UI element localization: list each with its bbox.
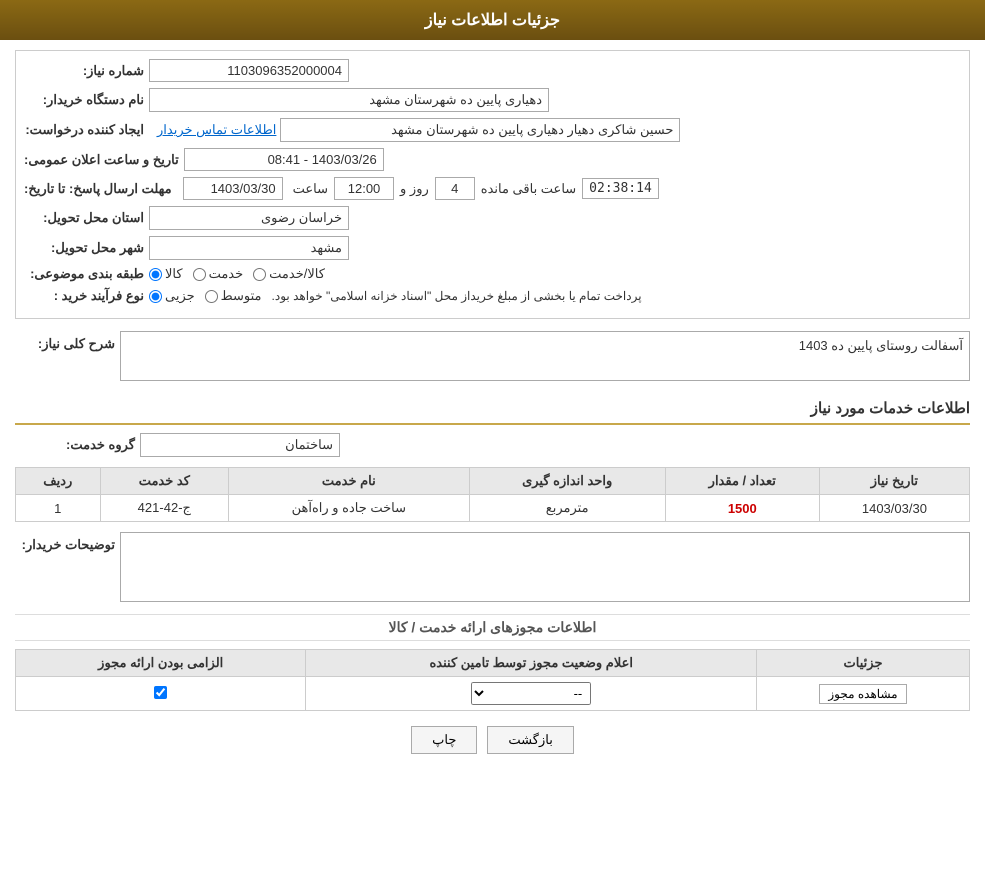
category-kala-khidmat-label: کالا/خدمت	[269, 266, 325, 282]
col-service-name: نام خدمت	[229, 468, 470, 495]
cell-service-code: ج-42-421	[100, 495, 229, 522]
purchase-minor-label: جزیی	[165, 288, 195, 304]
response-time-label: ساعت	[293, 181, 328, 197]
col-unit: واحد اندازه گیری	[469, 468, 665, 495]
requester-value: حسین شاکری دهیار دهیاری پایین ده شهرستان…	[280, 118, 680, 142]
col-need-date: تاریخ نیاز	[819, 468, 969, 495]
buyer-notes-textarea[interactable]	[120, 532, 970, 602]
service-group-value: ساختمان	[140, 433, 340, 457]
license-required-cell	[16, 677, 306, 711]
province-value: خراسان رضوی	[149, 206, 349, 230]
col-required: الزامی بودن ارائه مجوز	[16, 650, 306, 677]
city-value: مشهد	[149, 236, 349, 260]
col-row-num: ردیف	[16, 468, 101, 495]
purchase-medium-label: متوسط	[221, 288, 262, 304]
license-details-cell: مشاهده مجوز	[757, 677, 970, 711]
category-kala-label: کالا	[165, 266, 183, 282]
response-time-value: 12:00	[334, 177, 394, 200]
service-group-label: گروه خدمت:	[15, 437, 135, 453]
response-days-value: 4	[435, 177, 475, 200]
supplier-status-select[interactable]: --	[471, 682, 591, 705]
category-khidmat-radio[interactable]	[193, 268, 206, 281]
category-kala-khidmat-radio[interactable]	[253, 268, 266, 281]
purchase-type-note: پرداخت تمام یا بخشی از مبلغ خریداز محل "…	[272, 289, 642, 303]
purchase-minor-radio[interactable]	[149, 290, 162, 303]
col-details: جزئیات	[757, 650, 970, 677]
print-button[interactable]: چاپ	[411, 726, 477, 754]
service-info-title: اطلاعات خدمات مورد نیاز	[15, 393, 970, 425]
response-deadline-label: مهلت ارسال پاسخ: تا تاریخ:	[24, 181, 172, 197]
buyer-notes-label: توضیحات خریدار:	[15, 537, 115, 553]
need-number-label: شماره نیاز:	[24, 63, 144, 79]
cell-unit: مترمربع	[469, 495, 665, 522]
category-label: طبقه بندی موضوعی:	[24, 266, 144, 282]
province-label: استان محل تحویل:	[24, 210, 144, 226]
announcement-label: تاریخ و ساعت اعلان عمومی:	[24, 152, 179, 168]
action-buttons: بازگشت چاپ	[15, 726, 970, 754]
need-desc-value: آسفالت روستای پایین ده 1403	[120, 331, 970, 381]
license-row: مشاهده مجوز --	[16, 677, 970, 711]
response-date-value: 1403/03/30	[183, 177, 283, 200]
licenses-table: جزئیات اعلام وضعیت مجوز توسط تامین کننده…	[15, 649, 970, 711]
purchase-medium-radio[interactable]	[205, 290, 218, 303]
back-button[interactable]: بازگشت	[487, 726, 573, 754]
view-license-button[interactable]: مشاهده مجوز	[819, 684, 906, 704]
cell-need-date: 1403/03/30	[819, 495, 969, 522]
services-table: تاریخ نیاز تعداد / مقدار واحد اندازه گیر…	[15, 467, 970, 522]
requester-label: ایجاد کننده درخواست:	[24, 122, 144, 138]
category-khidmat-label: خدمت	[209, 266, 244, 282]
col-service-code: کد خدمت	[100, 468, 229, 495]
category-kala-radio[interactable]	[149, 268, 162, 281]
response-days-label: روز و	[400, 181, 429, 197]
buyer-org-value: دهیاری پایین ده شهرستان مشهد	[149, 88, 549, 112]
need-desc-label: شرح کلی نیاز:	[15, 336, 115, 352]
cell-row-num: 1	[16, 495, 101, 522]
countdown-suffix: ساعت باقی مانده	[481, 181, 576, 197]
col-supplier-status: اعلام وضعیت مجوز توسط تامین کننده	[306, 650, 757, 677]
need-number-value: 1103096352000004	[149, 59, 349, 82]
col-quantity: تعداد / مقدار	[665, 468, 819, 495]
city-label: شهر محل تحویل:	[24, 240, 144, 256]
announcement-value: 1403/03/26 - 08:41	[184, 148, 384, 171]
purchase-type-label: نوع فرآیند خرید :	[24, 288, 144, 304]
licenses-title: اطلاعات مجوزهای ارائه خدمت / کالا	[15, 614, 970, 641]
page-header: جزئیات اطلاعات نیاز	[0, 0, 985, 40]
countdown-value: 02:38:14	[582, 178, 659, 199]
cell-service-name: ساخت جاده و راه‌آهن	[229, 495, 470, 522]
requester-contact-link[interactable]: اطلاعات تماس خریدار	[157, 122, 276, 138]
cell-quantity: 1500	[665, 495, 819, 522]
license-required-checkbox[interactable]	[154, 686, 167, 699]
page-title: جزئیات اطلاعات نیاز	[425, 12, 560, 29]
license-supplier-status-cell: --	[306, 677, 757, 711]
buyer-org-label: نام دستگاه خریدار:	[24, 92, 144, 108]
table-row: 1403/03/30 1500 مترمربع ساخت جاده و راه‌…	[16, 495, 970, 522]
